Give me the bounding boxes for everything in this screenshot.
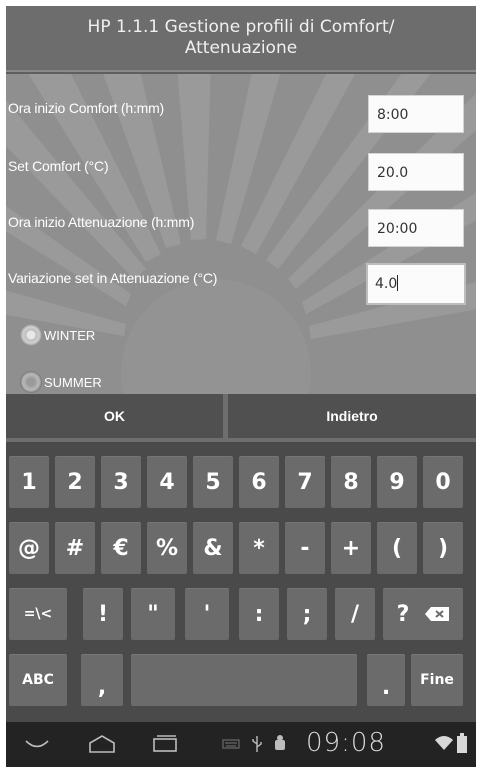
key-semicolon[interactable]: ; [287, 588, 327, 640]
key-colon[interactable]: : [239, 588, 279, 640]
system-navigation-bar: 09:08 [6, 722, 476, 767]
key-close-paren[interactable]: ) [423, 522, 463, 574]
key-slash[interactable]: / [335, 588, 375, 640]
key-minus[interactable]: - [285, 522, 325, 574]
key-3[interactable]: 3 [101, 456, 141, 508]
key-8[interactable]: 8 [331, 456, 371, 508]
key-0[interactable]: 0 [423, 456, 463, 508]
key-exclamation[interactable]: ! [83, 588, 123, 640]
key-at[interactable]: @ [9, 522, 49, 574]
ok-button[interactable]: OK [6, 394, 223, 438]
attenuation-variation-input[interactable]: 4.0 [366, 263, 466, 305]
key-open-paren[interactable]: ( [377, 522, 417, 574]
summer-radio[interactable]: SUMMER [20, 371, 102, 393]
delete-key[interactable] [411, 588, 463, 640]
period-key[interactable]: . [367, 654, 405, 706]
key-5[interactable]: 5 [193, 456, 233, 508]
text-caret [397, 275, 399, 291]
key-hash[interactable]: # [55, 522, 95, 574]
usb-icon [252, 736, 262, 752]
comfort-set-input[interactable]: 20.0 [368, 153, 464, 191]
comfort-start-label: Ora inizio Comfort (h:mm) [8, 100, 165, 116]
key-2[interactable]: 2 [55, 456, 95, 508]
keyboard-icon [222, 739, 240, 749]
abc-key[interactable]: ABC [9, 654, 67, 706]
key-plus[interactable]: + [331, 522, 371, 574]
key-4[interactable]: 4 [147, 456, 187, 508]
winter-radio-label: WINTER [44, 327, 96, 343]
radio-unselected-icon [20, 371, 42, 393]
key-single-quote[interactable]: ' [185, 588, 229, 640]
key-euro[interactable]: € [101, 522, 141, 574]
soft-keyboard: 1 2 3 4 5 6 7 8 9 0 @ # € % & * - + ( ) … [6, 442, 476, 722]
key-double-quote[interactable]: " [131, 588, 175, 640]
backspace-icon [425, 607, 449, 621]
comfort-set-label: Set Comfort (°C) [8, 158, 109, 174]
android-debug-icon [275, 735, 285, 750]
attenuation-variation-label: Variazione set in Attenuazione (°C) [8, 270, 218, 286]
battery-icon [457, 733, 467, 753]
attenuation-start-input[interactable]: 20:00 [368, 209, 464, 247]
home-icon[interactable] [88, 734, 116, 754]
radio-selected-icon [20, 324, 42, 346]
attenuation-variation-value: 4.0 [375, 276, 398, 292]
summer-radio-label: SUMMER [44, 374, 102, 390]
app-screen: HP 1.1.1 Gestione profili di Comfort/ At… [6, 6, 476, 767]
status-clock: 09:08 [306, 728, 386, 758]
done-key[interactable]: Fine [411, 654, 463, 706]
back-icon[interactable] [24, 738, 50, 752]
winter-radio[interactable]: WINTER [20, 324, 95, 346]
settings-form: Ora inizio Comfort (h:mm) 8:00 Set Comfo… [6, 74, 476, 394]
page-title: HP 1.1.1 Gestione profili di Comfort/ At… [6, 6, 476, 72]
key-percent[interactable]: % [147, 522, 187, 574]
key-1[interactable]: 1 [9, 456, 49, 508]
action-buttons: OK Indietro [6, 394, 476, 442]
key-7[interactable]: 7 [285, 456, 325, 508]
back-button[interactable]: Indietro [228, 394, 476, 438]
key-more-symbols[interactable]: =\< [9, 588, 67, 640]
attenuation-start-label: Ora inizio Attenuazione (h:mm) [8, 214, 195, 230]
comma-key[interactable]: , [81, 654, 123, 706]
space-key[interactable] [131, 654, 357, 706]
wifi-icon [435, 736, 453, 750]
comfort-start-input[interactable]: 8:00 [368, 95, 464, 133]
recent-apps-icon[interactable] [151, 734, 179, 754]
key-ampersand[interactable]: & [193, 522, 233, 574]
key-9[interactable]: 9 [377, 456, 417, 508]
key-6[interactable]: 6 [239, 456, 279, 508]
key-asterisk[interactable]: * [239, 522, 279, 574]
